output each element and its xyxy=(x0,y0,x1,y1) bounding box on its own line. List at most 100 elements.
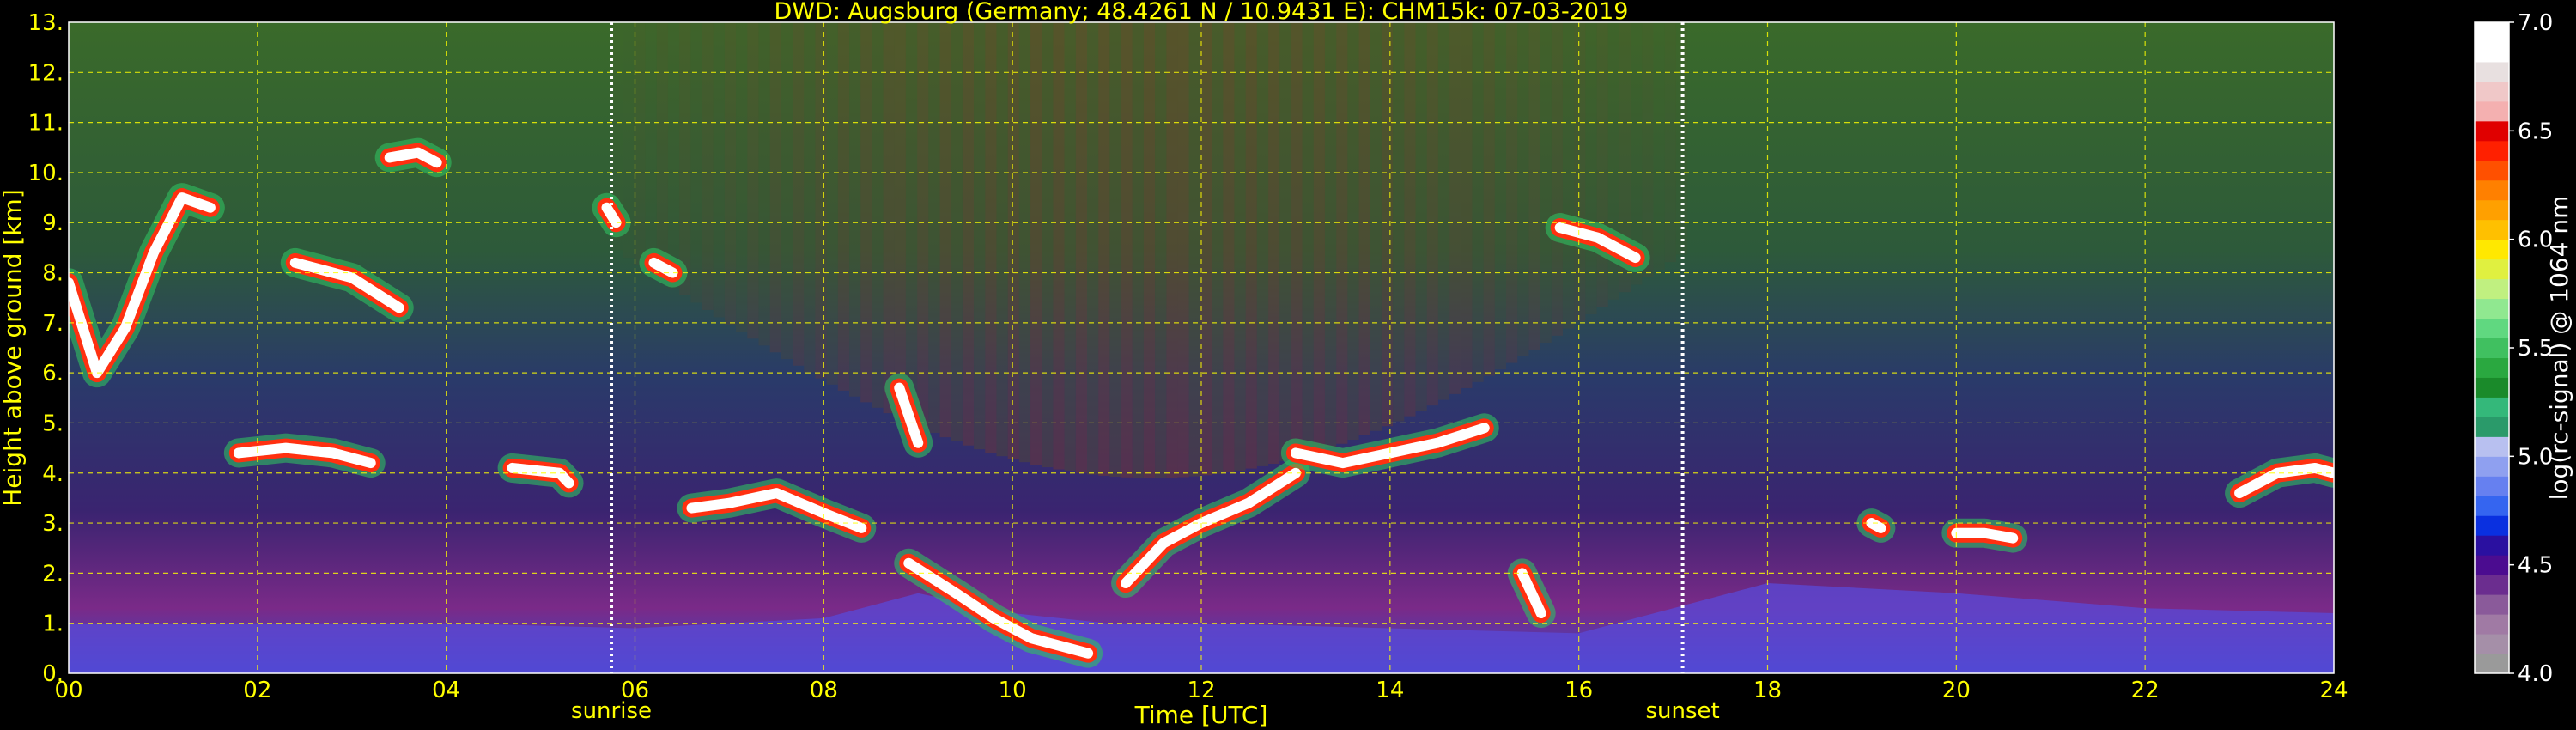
colorbar-segment xyxy=(2475,436,2509,457)
x-tick-label: 02 xyxy=(243,678,271,703)
colorbar-segment xyxy=(2475,239,2509,260)
colorbar-segment xyxy=(2475,278,2509,300)
noise-band xyxy=(939,22,951,438)
noise-band xyxy=(849,22,861,397)
noise-band xyxy=(883,22,895,414)
noise-band xyxy=(736,22,748,332)
noise-band xyxy=(1053,22,1065,470)
colorbar-segment xyxy=(2475,160,2509,181)
noise-band xyxy=(724,22,737,325)
colorbar-segment xyxy=(2475,456,2509,477)
y-tick-label: 5. xyxy=(42,411,64,436)
colorbar-segment xyxy=(2475,496,2509,516)
noise-band xyxy=(702,22,714,310)
colorbar-tick-label: 6.5 xyxy=(2518,119,2553,144)
plot-area: sunrise sunset xyxy=(68,21,2335,724)
x-tick-label: 16 xyxy=(1564,678,1593,703)
noise-band xyxy=(1596,22,1608,307)
noise-band xyxy=(826,22,838,385)
noise-band xyxy=(1437,22,1450,400)
colorbar-segment xyxy=(2475,219,2509,240)
noise-band xyxy=(860,22,872,403)
y-tick-label: 1. xyxy=(42,611,64,637)
noise-band xyxy=(690,22,702,303)
y-tick-label: 8. xyxy=(42,261,64,287)
colorbar-segments xyxy=(2475,22,2509,674)
noise-band xyxy=(1109,22,1121,478)
noise-band xyxy=(1415,22,1427,411)
noise-band xyxy=(1540,22,1552,343)
y-tick-label: 7. xyxy=(42,311,64,337)
noise-band xyxy=(1132,22,1144,478)
colorbar-segment xyxy=(2475,298,2509,319)
y-tick-label: 6. xyxy=(42,361,64,386)
y-tick-label: 10. xyxy=(28,161,64,186)
noise-band xyxy=(985,22,997,453)
noise-band xyxy=(951,22,963,442)
noise-band xyxy=(1234,22,1246,471)
noise-band xyxy=(1381,22,1394,427)
noise-band xyxy=(1562,22,1575,329)
noise-band xyxy=(793,22,805,366)
y-tick-label: 3. xyxy=(42,511,64,537)
noise-band xyxy=(1642,22,1654,277)
noise-band xyxy=(1188,22,1200,477)
colorbar-segment xyxy=(2475,199,2509,221)
colorbar-segment xyxy=(2475,81,2509,102)
noise-band xyxy=(1279,22,1291,461)
noise-band xyxy=(747,22,759,339)
noise-band xyxy=(634,22,646,265)
noise-band xyxy=(1245,22,1257,469)
colorbar-segment xyxy=(2475,61,2509,82)
y-tick-label: 2. xyxy=(42,561,64,587)
noise-band xyxy=(928,22,940,433)
noise-band xyxy=(758,22,770,346)
noise-band xyxy=(1143,22,1156,478)
noise-band xyxy=(1177,22,1189,478)
noise-band xyxy=(1166,22,1178,478)
colorbar-segment xyxy=(2475,417,2509,437)
noise-band xyxy=(804,22,816,373)
noise-band xyxy=(1313,22,1325,452)
noise-band xyxy=(837,22,850,391)
noise-band xyxy=(1404,22,1416,417)
colorbar-segment xyxy=(2475,22,2509,43)
colorbar-segment xyxy=(2475,476,2509,496)
colorbar-segment xyxy=(2475,259,2509,280)
noise-band xyxy=(1291,22,1303,459)
noise-band xyxy=(1121,22,1133,478)
x-tick-label: 04 xyxy=(432,678,460,703)
colorbar-segment xyxy=(2475,41,2509,63)
noise-band xyxy=(1426,22,1438,406)
noise-band xyxy=(769,22,781,353)
colorbar: 4.04.55.05.56.06.57.0 log(rc-signal) @ 1… xyxy=(2474,10,2573,687)
noise-band xyxy=(1358,22,1370,436)
noise-band xyxy=(962,22,975,446)
x-tick-label: 22 xyxy=(2131,678,2160,703)
noise-band xyxy=(1302,22,1314,455)
y-tick-label: 13. xyxy=(28,10,64,36)
colorbar-segment xyxy=(2475,634,2509,654)
x-tick-label: 24 xyxy=(2319,678,2348,703)
noise-band xyxy=(1155,22,1167,478)
noise-band xyxy=(1007,22,1019,459)
y-axis-label: Height above ground [km] xyxy=(0,189,27,507)
ceilometer-chart: sunrise sunset 0.1.2.3.4.5.6.7.8.9.10.11.… xyxy=(0,0,2573,729)
colorbar-segment xyxy=(2475,594,2509,615)
x-tick-label: 18 xyxy=(1753,678,1782,703)
x-tick-label: 08 xyxy=(810,678,838,703)
x-tick-label: 00 xyxy=(54,678,82,703)
colorbar-segment xyxy=(2475,397,2509,417)
noise-band xyxy=(1472,22,1484,382)
noise-band xyxy=(917,22,929,429)
noise-band xyxy=(974,22,986,450)
noise-band xyxy=(1528,22,1540,350)
noise-band xyxy=(1042,22,1054,468)
noise-band xyxy=(1653,22,1665,271)
noise-band xyxy=(1449,22,1461,394)
x-tick-label: 14 xyxy=(1376,678,1404,703)
cloud-layer-core xyxy=(1866,518,1886,533)
colorbar-label: log(rc-signal) @ 1064 nm xyxy=(2545,196,2573,501)
colorbar-segment xyxy=(2475,654,2509,674)
colorbar-segment xyxy=(2475,377,2509,398)
